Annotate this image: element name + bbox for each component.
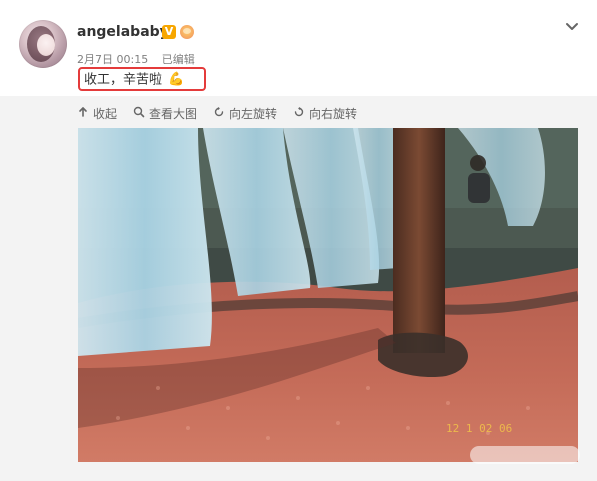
post-meta: 2月7日 00:15 已编辑	[77, 51, 205, 67]
post-photo[interactable]: 12 1 02 06	[78, 128, 578, 462]
arrow-up-icon	[77, 106, 89, 121]
watermark-blur	[470, 446, 580, 464]
emoji-badge-icon	[180, 25, 194, 39]
rotate-right-button[interactable]: 向右旋转	[293, 105, 357, 122]
rotate-right-label: 向右旋转	[309, 106, 358, 121]
avatar-face-shape	[37, 34, 55, 56]
view-large-label: 查看大图	[149, 106, 198, 121]
username[interactable]: angelababy	[77, 24, 169, 40]
collapse-button[interactable]: 收起	[77, 105, 117, 122]
weibo-post-card: angelababy V 2月7日 00:15 已编辑 收工，辛苦啦 💪 收起	[0, 0, 597, 481]
media-toolbar: 收起 查看大图 向左旋转 向右旋转	[77, 104, 357, 122]
photo-timestamp: 12 1 02 06	[446, 422, 512, 435]
post-content-text: 收工，辛苦啦	[84, 72, 163, 88]
rotate-left-icon	[213, 106, 225, 121]
verified-badge-icon: V	[162, 25, 176, 39]
chevron-down-icon[interactable]	[565, 18, 579, 32]
edited-label[interactable]: 已编辑	[162, 51, 195, 67]
rotate-right-icon	[293, 106, 305, 121]
post-content-highlight: 收工，辛苦啦 💪	[78, 67, 206, 91]
muscle-emoji-icon: 💪	[168, 72, 185, 87]
avatar[interactable]	[19, 20, 67, 68]
collapse-label: 收起	[93, 106, 118, 121]
post-time[interactable]: 2月7日 00:15	[77, 51, 148, 67]
view-large-button[interactable]: 查看大图	[133, 105, 197, 122]
magnifier-icon	[133, 106, 145, 121]
rotate-left-button[interactable]: 向左旋转	[213, 105, 277, 122]
rotate-left-label: 向左旋转	[229, 106, 278, 121]
